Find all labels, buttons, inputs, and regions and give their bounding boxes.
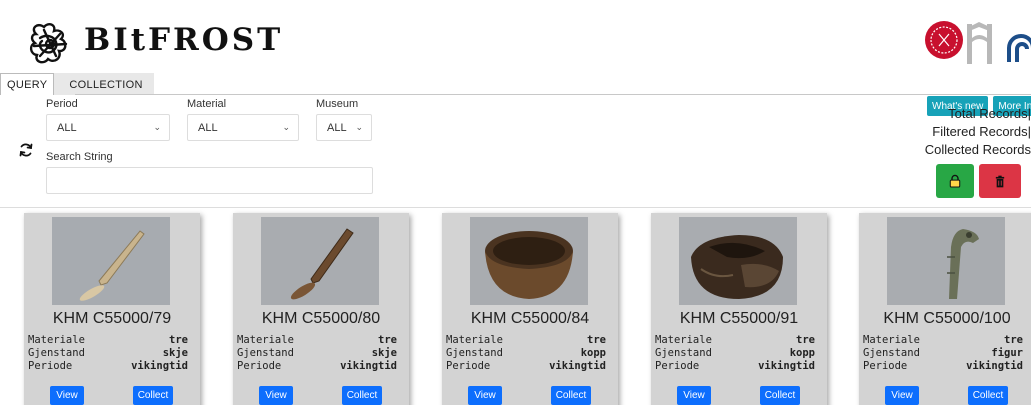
period-attr-label: Periode (28, 360, 73, 372)
object-attr-value: skje (162, 347, 188, 359)
record-title: KHM C55000/84 (470, 310, 590, 327)
record-title: KHM C55000/80 (261, 310, 381, 327)
partner-logos (919, 20, 1031, 68)
collect-button[interactable]: Collect (760, 386, 800, 405)
artifact-image[interactable] (679, 217, 797, 305)
material-select-value: ALL (198, 121, 218, 134)
view-button[interactable]: View (50, 386, 84, 405)
period-select[interactable]: ALL ⌄ (46, 114, 170, 141)
search-label: Search String (46, 151, 113, 163)
material-attr-label: Materiale (28, 334, 85, 346)
museum-select[interactable]: ALL ⌄ (316, 114, 372, 141)
material-attr-label: Materiale (446, 334, 503, 346)
record-card: KHM C55000/91 Materiale tre Gjenstand kopp… (651, 213, 827, 405)
object-attr-value: skje (371, 347, 397, 359)
period-label: Period (46, 98, 78, 110)
period-select-value: ALL (57, 121, 77, 134)
period-attr-label: Periode (237, 360, 282, 372)
tab-collection[interactable]: COLLECTION (54, 73, 154, 95)
material-attr-label: Materiale (655, 334, 712, 346)
material-label: Material (187, 98, 227, 110)
lock-button[interactable] (936, 164, 974, 198)
period-attr-label: Periode (655, 360, 700, 372)
museum-label: Museum (316, 98, 359, 110)
gateway-monument-icon (967, 22, 992, 64)
tab-bar: QUERY COLLECTION (0, 73, 154, 95)
object-attr-value: figur (991, 347, 1023, 359)
uio-seal-icon (925, 21, 963, 59)
artifact-image[interactable] (52, 217, 170, 305)
view-button[interactable]: View (468, 386, 502, 405)
material-attr-value: tre (1004, 334, 1023, 346)
view-button[interactable]: View (677, 386, 711, 405)
period-attr-value: vikingtid (340, 360, 397, 372)
tab-divider (75, 94, 1031, 95)
refresh-icon[interactable] (18, 142, 34, 158)
material-attr-label: Materiale (237, 334, 294, 346)
bitfrost-logo-icon (26, 20, 74, 68)
period-attr-value: vikingtid (966, 360, 1023, 372)
period-attr-label: Periode (863, 360, 908, 372)
collect-button[interactable]: Collect (968, 386, 1008, 405)
collect-button[interactable]: Collect (342, 386, 382, 405)
object-attr-label: Gjenstand (446, 347, 503, 359)
artifact-image[interactable] (470, 217, 588, 305)
delete-collection-button[interactable] (979, 164, 1021, 198)
trash-icon (995, 175, 1005, 187)
artifact-image[interactable] (261, 217, 379, 305)
chevron-down-icon: ⌄ (153, 122, 161, 132)
artifact-image[interactable] (887, 217, 1005, 305)
object-attr-label: Gjenstand (237, 347, 294, 359)
material-select[interactable]: ALL ⌄ (187, 114, 299, 141)
record-card: KHM C55000/100 Materiale tre Gjenstand fig… (859, 213, 1031, 405)
collect-button[interactable]: Collect (133, 386, 173, 405)
material-attr-value: tre (169, 334, 188, 346)
period-attr-value: vikingtid (131, 360, 188, 372)
record-title: KHM C55000/100 (883, 310, 1011, 327)
material-attr-label: Materiale (863, 334, 920, 346)
section-divider (0, 207, 1031, 208)
material-attr-value: tre (587, 334, 606, 346)
record-card: KHM C55000/80 Materiale tre Gjenstand skje… (233, 213, 409, 405)
record-title: KHM C55000/79 (52, 310, 172, 327)
tab-query[interactable]: QUERY (0, 73, 55, 95)
collect-button[interactable]: Collect (551, 386, 591, 405)
object-attr-label: Gjenstand (863, 347, 920, 359)
period-attr-value: vikingtid (758, 360, 815, 372)
material-attr-value: tre (378, 334, 397, 346)
object-attr-value: kopp (789, 347, 815, 359)
app-title: BItFROST (84, 22, 284, 58)
view-button[interactable]: View (885, 386, 919, 405)
filtered-records: Filtered Records| (932, 124, 1031, 139)
record-card: KHM C55000/84 Materiale tre Gjenstand kopp… (442, 213, 618, 405)
object-attr-label: Gjenstand (655, 347, 712, 359)
material-attr-value: tre (796, 334, 815, 346)
period-attr-label: Periode (446, 360, 491, 372)
arch-logo-icon (1007, 34, 1031, 62)
period-attr-value: vikingtid (549, 360, 606, 372)
museum-select-value: ALL (327, 121, 347, 134)
record-title: KHM C55000/91 (679, 310, 799, 327)
object-attr-label: Gjenstand (28, 347, 85, 359)
search-input[interactable] (46, 167, 373, 194)
collected-records: Collected Records (924, 142, 1031, 157)
chevron-down-icon: ⌄ (355, 122, 363, 132)
chevron-down-icon: ⌄ (282, 122, 290, 132)
total-records: Total Records| (948, 106, 1031, 121)
record-card: KHM C55000/79 Materiale tre Gjenstand skje… (24, 213, 200, 405)
lock-icon (949, 174, 961, 188)
object-attr-value: kopp (580, 347, 606, 359)
view-button[interactable]: View (259, 386, 293, 405)
